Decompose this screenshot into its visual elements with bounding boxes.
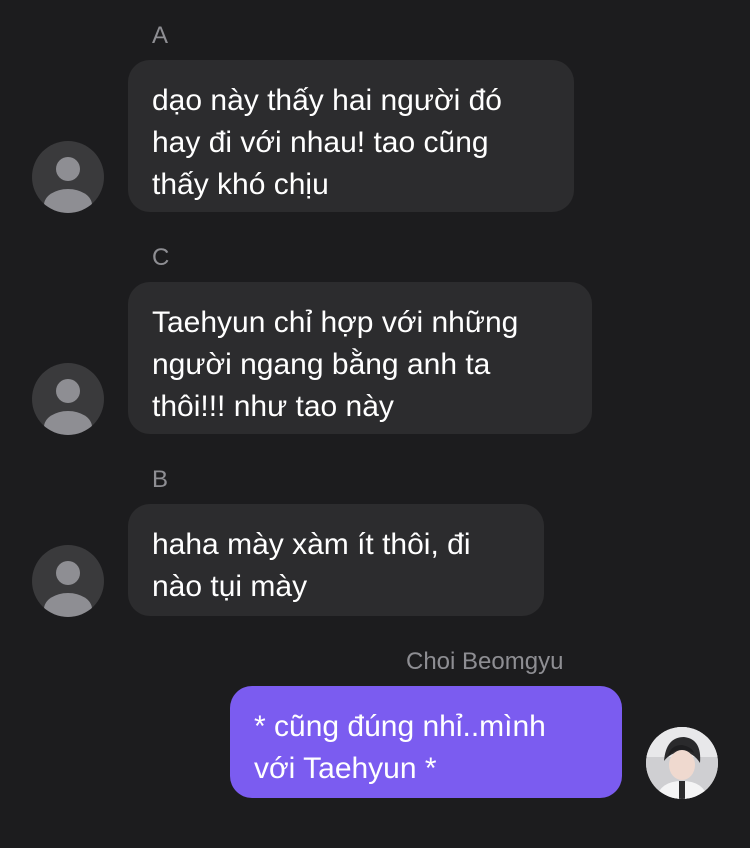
person-silhouette-icon xyxy=(44,379,92,435)
message-bubble-a[interactable]: dạo này thấy hai người đó hay đi với nha… xyxy=(128,60,574,212)
profile-photo-icon xyxy=(646,727,718,799)
sender-name-c: C xyxy=(152,244,170,271)
user-avatar[interactable] xyxy=(646,727,718,799)
message-bubble-user[interactable]: * cũng đúng nhỉ..mình với Taehyun * xyxy=(230,686,622,798)
avatar-c[interactable] xyxy=(32,363,104,435)
avatar-a[interactable] xyxy=(32,141,104,213)
chat-thread: A dạo này thấy hai người đó hay đi với n… xyxy=(0,0,750,848)
person-silhouette-icon xyxy=(44,157,92,213)
person-silhouette-icon xyxy=(44,561,92,617)
sender-name-b: B xyxy=(152,466,169,493)
message-bubble-c[interactable]: Taehyun chỉ hợp với những người ngang bằ… xyxy=(128,282,592,434)
sender-name-user: Choi Beomgyu xyxy=(406,648,564,675)
avatar-b[interactable] xyxy=(32,545,104,617)
sender-name-a: A xyxy=(152,22,169,49)
message-bubble-b[interactable]: haha mày xàm ít thôi, đi nào tụi mày xyxy=(128,504,544,616)
